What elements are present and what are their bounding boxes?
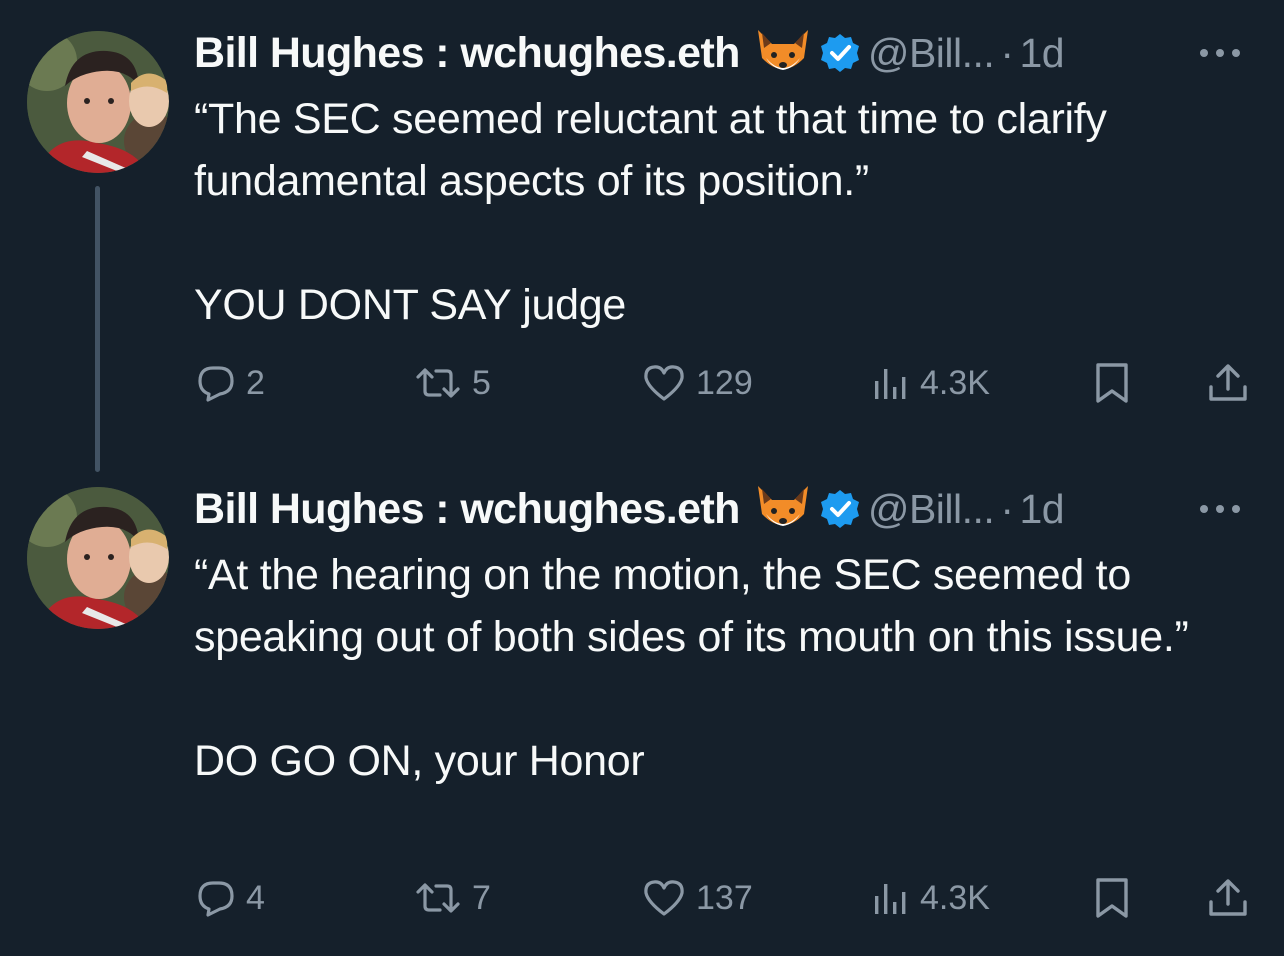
tweet[interactable]: Bill Hughes : wchughes.eth @Bill... · 1d (0, 0, 1284, 472)
tweet[interactable]: Bill Hughes : wchughes.eth @Bill... · 1d (0, 470, 1284, 956)
retweet-button[interactable]: 5 (414, 357, 491, 409)
verified-badge-icon[interactable] (820, 489, 860, 529)
avatar-photo (27, 487, 169, 629)
thread-connector-line (95, 186, 100, 472)
tweet-text: “At the hearing on the motion, the SEC s… (194, 551, 1189, 785)
fox-face-icon (754, 484, 812, 534)
display-name[interactable]: Bill Hughes : wchughes.eth (194, 29, 740, 78)
reply-count: 2 (246, 363, 265, 402)
reply-icon (198, 366, 234, 402)
reply-button[interactable]: 4 (196, 872, 265, 924)
view-count: 4.3K (920, 363, 990, 402)
tweet-header: Bill Hughes : wchughes.eth @Bill... · 1d (194, 484, 1264, 534)
separator-dot: · (1000, 29, 1014, 76)
timestamp[interactable]: 1d (1019, 486, 1064, 533)
avatar-photo (27, 31, 169, 173)
like-count: 137 (696, 878, 753, 917)
retweet-button[interactable]: 7 (414, 872, 491, 924)
bookmark-icon (1096, 363, 1128, 403)
views-button[interactable]: 4.3K (870, 872, 990, 924)
heart-icon (644, 880, 684, 916)
share-icon (1209, 879, 1247, 916)
user-handle[interactable]: @Bill... (868, 30, 995, 77)
retweet-count: 5 (472, 363, 491, 402)
retweet-icon (416, 883, 460, 913)
bookmark-icon (1096, 878, 1128, 918)
reply-button[interactable]: 2 (196, 357, 265, 409)
fox-face-icon (754, 28, 812, 78)
views-chart-icon (875, 884, 906, 914)
timestamp[interactable]: 1d (1019, 30, 1064, 77)
reply-count: 4 (246, 878, 265, 917)
tweet-header: Bill Hughes : wchughes.eth @Bill... · 1d (194, 28, 1264, 78)
avatar[interactable] (27, 31, 169, 173)
like-button[interactable]: 129 (642, 357, 753, 409)
like-count: 129 (696, 363, 753, 402)
separator-dot: · (1000, 485, 1014, 532)
bookmark-button[interactable] (1092, 357, 1132, 409)
user-handle[interactable]: @Bill... (868, 486, 995, 533)
tweet-actions: 4 7 137 4.3K (194, 872, 1254, 924)
view-count: 4.3K (920, 878, 990, 917)
tweet-text: “The SEC seemed reluctant at that time t… (194, 95, 1107, 329)
share-icon (1209, 364, 1247, 401)
share-button[interactable] (1206, 872, 1250, 924)
tweet-actions: 2 5 129 4.3K (194, 357, 1254, 409)
views-chart-icon (875, 369, 906, 399)
more-options-icon[interactable] (1194, 40, 1246, 66)
share-button[interactable] (1206, 357, 1250, 409)
display-name[interactable]: Bill Hughes : wchughes.eth (194, 485, 740, 534)
views-button[interactable]: 4.3K (870, 357, 990, 409)
verified-badge-icon[interactable] (820, 33, 860, 73)
bookmark-button[interactable] (1092, 872, 1132, 924)
like-button[interactable]: 137 (642, 872, 753, 924)
retweet-count: 7 (472, 878, 491, 917)
heart-icon (644, 365, 684, 401)
avatar[interactable] (27, 487, 169, 629)
more-options-icon[interactable] (1194, 496, 1246, 522)
retweet-icon (416, 368, 460, 398)
reply-icon (198, 881, 234, 917)
